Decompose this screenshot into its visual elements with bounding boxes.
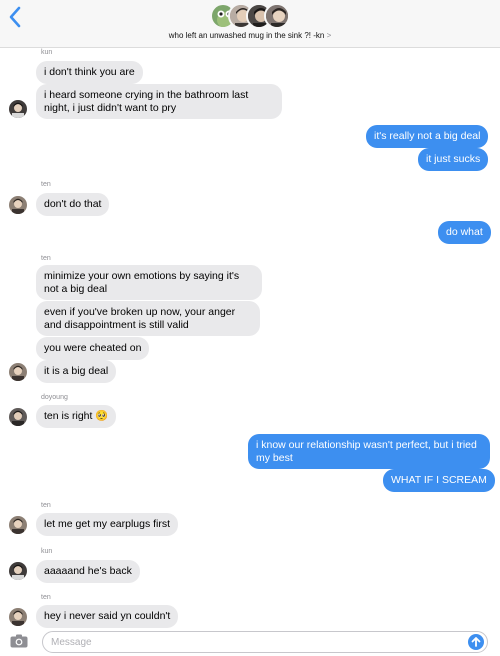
message-bubble[interactable]: you were cheated on [36,337,150,360]
message-bubble[interactable]: even if you've broken up now, your anger… [36,301,260,336]
sender-name: kun [41,49,53,56]
message-bubble[interactable]: aaaaand he's back [36,560,140,583]
sender-name: kun [41,548,53,555]
message-bubble[interactable]: WHAT IF I SCREAM [383,469,495,492]
message-bubble[interactable]: don't do that [36,193,110,216]
message-bubble[interactable]: let me get my earplugs first [36,513,179,536]
message-bubble[interactable]: do what [438,221,491,244]
message-bubble[interactable]: i heard someone crying in the bathroom l… [36,84,282,119]
avatar [9,562,27,580]
message-input[interactable] [51,634,451,650]
sender-name: ten [41,594,51,601]
avatar [9,196,27,214]
sender-name: ten [41,255,51,262]
message-input-bar [0,628,500,656]
message-bubble[interactable]: it's really not a big deal [366,125,489,148]
thread-title[interactable]: who left an unwashed mug in the sink ?! … [0,31,500,40]
chevron-right-icon: > [326,31,332,40]
message-bubble[interactable]: it is a big deal [36,360,117,383]
group-avatar [264,3,290,29]
sender-name: doyoung [41,394,68,401]
message-bubble[interactable]: i know our relationship wasn't perfect, … [248,434,490,469]
message-bubble[interactable]: minimize your own emotions by saying it'… [36,265,262,300]
message-bubble[interactable]: ten is right 🥺 [36,405,117,428]
camera-icon[interactable] [10,634,28,648]
avatar [9,608,27,626]
message-field[interactable] [42,631,488,653]
avatar [9,100,27,118]
sender-name: ten [41,502,51,509]
avatar [9,363,27,381]
message-bubble[interactable]: hey i never said yn couldn't [36,605,179,628]
message-bubble[interactable]: it just sucks [418,148,489,171]
group-avatars[interactable] [210,3,292,29]
thread-title-text: who left an unwashed mug in the sink ?! … [168,31,325,40]
sender-name: ten [41,181,51,188]
avatar [9,516,27,534]
send-arrow-icon [471,637,481,647]
avatar [9,408,27,426]
conversation-header: who left an unwashed mug in the sink ?! … [0,0,500,48]
message-bubble[interactable]: i don't think you are [36,61,143,84]
back-chevron-icon[interactable] [8,6,22,28]
send-button[interactable] [468,634,484,650]
